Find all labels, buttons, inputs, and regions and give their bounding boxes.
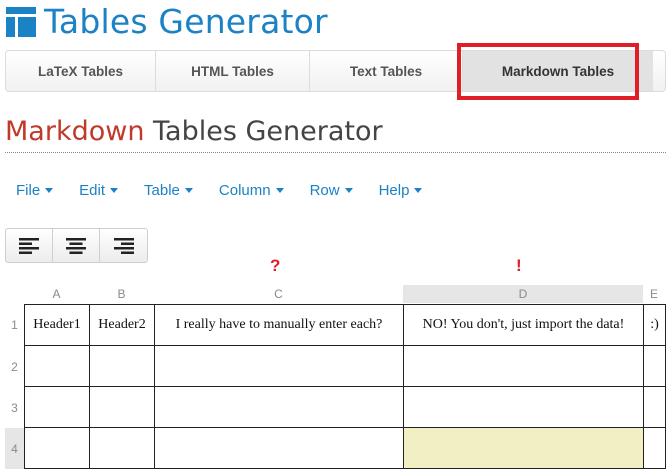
- menu-table[interactable]: Table: [144, 178, 193, 202]
- tab-html-tables[interactable]: HTML Tables: [156, 51, 310, 91]
- column-header-a[interactable]: A: [24, 285, 89, 303]
- menu-column-label: Column: [218, 181, 271, 199]
- generator-tabs: LaTeX Tables HTML Tables Text Tables Mar…: [5, 50, 666, 92]
- caret-down-icon: [45, 187, 54, 193]
- table-row: Header1 Header2 I really have to manuall…: [24, 304, 666, 346]
- row-header-4[interactable]: 4: [5, 428, 24, 469]
- exclamation-mark-annotation: !: [516, 256, 522, 275]
- cell-e1[interactable]: :): [643, 304, 666, 346]
- align-right-button[interactable]: [100, 229, 147, 262]
- cell-e3[interactable]: [643, 386, 666, 428]
- cell-a4[interactable]: [24, 427, 90, 469]
- menu-edit-label: Edit: [79, 181, 106, 199]
- tab-latex-tables[interactable]: LaTeX Tables: [6, 51, 156, 91]
- menu-row[interactable]: Row: [310, 178, 353, 202]
- column-header-c[interactable]: C: [154, 285, 403, 303]
- table-logo-icon: [6, 7, 36, 37]
- column-header-b[interactable]: B: [89, 285, 154, 303]
- menu-help[interactable]: Help: [379, 178, 423, 202]
- tab-markdown-tables[interactable]: Markdown Tables: [463, 51, 653, 91]
- menu-column[interactable]: Column: [219, 178, 284, 202]
- cell-c4[interactable]: [154, 427, 404, 469]
- page-title: Markdown Tables Generator: [5, 114, 383, 150]
- align-left-icon: [19, 237, 39, 254]
- column-header-d[interactable]: D: [403, 285, 643, 303]
- page-title-rest: Tables Generator: [144, 116, 383, 147]
- question-mark-annotation: ?: [270, 256, 281, 275]
- menu-file-label: File: [16, 181, 41, 199]
- cell-b3[interactable]: [89, 386, 155, 428]
- cell-c2[interactable]: [154, 345, 404, 387]
- cell-d4-selected[interactable]: [403, 427, 644, 469]
- page-title-accent: Markdown: [5, 116, 145, 147]
- table-row: [24, 345, 666, 387]
- caret-down-icon: [344, 187, 353, 193]
- caret-down-icon: [184, 187, 193, 193]
- cell-e2[interactable]: [643, 345, 666, 387]
- caret-down-icon: [275, 187, 284, 193]
- align-right-icon: [113, 237, 134, 254]
- cell-b1[interactable]: Header2: [89, 304, 155, 346]
- row-header-1[interactable]: 1: [5, 304, 24, 346]
- cell-d1[interactable]: NO! You don't, just import the data!: [403, 304, 644, 346]
- site-logo[interactable]: Tables Generator: [6, 2, 328, 42]
- menu-edit[interactable]: Edit: [79, 178, 119, 202]
- alignment-button-group: [5, 228, 148, 263]
- row-header-2[interactable]: 2: [5, 346, 24, 387]
- cell-c3[interactable]: [154, 386, 404, 428]
- cell-d3[interactable]: [403, 386, 644, 428]
- menu-help-label: Help: [378, 181, 410, 199]
- caret-down-icon: [414, 187, 423, 193]
- cell-e4[interactable]: [643, 427, 666, 469]
- row-header-3[interactable]: 3: [5, 387, 24, 428]
- table-row: [24, 386, 666, 428]
- menu-row-label: Row: [309, 181, 340, 199]
- menu-file[interactable]: File: [16, 178, 54, 202]
- cell-a1[interactable]: Header1: [24, 304, 90, 346]
- title-divider: [5, 152, 666, 153]
- caret-down-icon: [110, 187, 119, 193]
- align-left-button[interactable]: [6, 229, 53, 262]
- menu-table-label: Table: [144, 181, 180, 199]
- cell-a2[interactable]: [24, 345, 90, 387]
- site-title: Tables Generator: [44, 2, 328, 41]
- tab-text-tables[interactable]: Text Tables: [310, 51, 463, 91]
- menu-bar: File Edit Table Column Row Help: [16, 178, 448, 202]
- table-row: [24, 427, 666, 469]
- column-header-e[interactable]: E: [643, 285, 665, 303]
- cell-b2[interactable]: [89, 345, 155, 387]
- cell-c1[interactable]: I really have to manually enter each?: [154, 304, 404, 346]
- cell-a3[interactable]: [24, 386, 90, 428]
- align-center-button[interactable]: [53, 229, 100, 262]
- cell-b4[interactable]: [89, 427, 155, 469]
- align-center-icon: [66, 237, 86, 254]
- cell-d2[interactable]: [403, 345, 644, 387]
- table-grid: Header1 Header2 I really have to manuall…: [24, 304, 666, 469]
